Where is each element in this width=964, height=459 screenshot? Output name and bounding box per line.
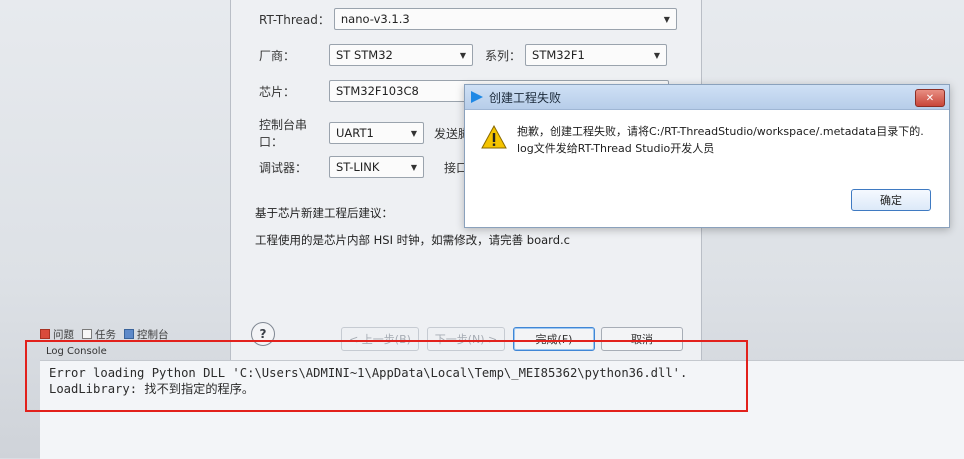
chevron-down-icon: ▼ (459, 50, 466, 60)
rtthread-label: RT-Thread： (259, 12, 330, 27)
close-button[interactable]: ✕ (915, 89, 945, 107)
error-message-line-2: log文件发给RT-Thread Studio开发人员 (517, 142, 715, 155)
console-port-label: 控制台串口： (259, 118, 308, 149)
chevron-down-icon: ▼ (410, 162, 417, 172)
debugger-row: 调试器： ST-LINK ▼ 接口 (259, 156, 468, 178)
series-select[interactable]: STM32F1 ▼ (525, 44, 668, 66)
error-message: 抱歉，创建工程失败，请将C:/RT-ThreadStudio/workspace… (517, 123, 937, 157)
ok-button[interactable]: 确定 (851, 189, 931, 211)
tasks-icon (82, 329, 92, 339)
vendor-label: 厂商： (259, 48, 296, 63)
chevron-down-icon: ▼ (410, 128, 417, 138)
error-dialog: 创建工程失败 ✕ 抱歉，创建工程失败，请将C:/RT-ThreadStudio/… (464, 84, 950, 228)
advice-text: 工程使用的是芯片内部 HSI 时钟，如需修改，请完善 board.c (255, 233, 570, 247)
warning-icon (481, 125, 507, 149)
chip-value: STM32F103C8 (336, 84, 419, 98)
series-value: STM32F1 (532, 48, 585, 62)
console-port-value: UART1 (336, 126, 374, 140)
debugger-select[interactable]: ST-LINK ▼ (329, 156, 424, 178)
advice-title: 基于芯片新建工程后建议： (255, 206, 393, 220)
error-message-line-1: 抱歉，创建工程失败，请将C:/RT-ThreadStudio/workspace… (517, 125, 924, 138)
debugger-value: ST-LINK (336, 160, 380, 174)
chip-label: 芯片： (259, 84, 296, 99)
vendor-select[interactable]: ST STM32 ▼ (329, 44, 473, 66)
problems-icon (40, 329, 50, 339)
rtthread-version-value: nano-v3.1.3 (340, 12, 410, 26)
console-port-row: 控制台串口： UART1 ▼ 发送脚 (259, 116, 470, 150)
error-dialog-titlebar: 创建工程失败 ✕ (465, 85, 949, 110)
debugger-label: 调试器： (259, 160, 308, 175)
rtthread-version-select[interactable]: nano-v3.1.3 ▼ (333, 8, 677, 30)
vendor-row: 厂商： ST STM32 ▼ 系列： STM32F1 ▼ (259, 44, 668, 66)
rt-thread-logo-icon (471, 91, 483, 103)
console-icon (124, 329, 134, 339)
rtthread-row: RT-Thread： nano-v3.1.3 ▼ (259, 8, 677, 30)
vendor-value: ST STM32 (336, 48, 393, 62)
console-port-select[interactable]: UART1 ▼ (329, 122, 424, 144)
chevron-down-icon: ▼ (663, 14, 670, 24)
chevron-down-icon: ▼ (653, 50, 661, 60)
series-label: 系列： (485, 48, 522, 63)
error-dialog-title: 创建工程失败 (489, 90, 562, 105)
red-highlight-box (25, 340, 748, 412)
